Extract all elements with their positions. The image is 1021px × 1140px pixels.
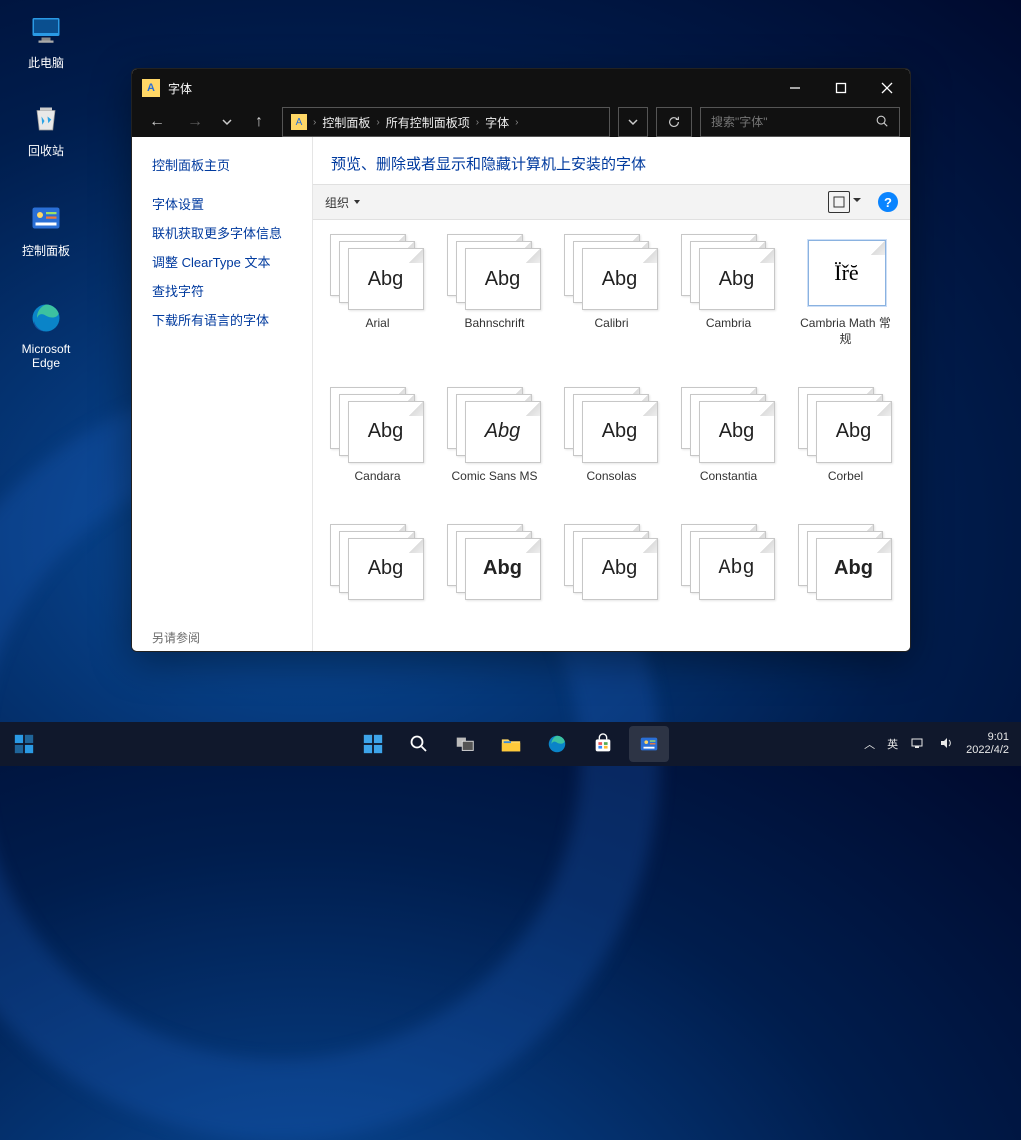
font-label: Corbel bbox=[828, 469, 863, 485]
font-label: Calibri bbox=[594, 316, 628, 332]
clock-date: 2022/4/2 bbox=[966, 744, 1009, 757]
font-label: Consolas bbox=[586, 469, 636, 485]
font-label: Constantia bbox=[700, 469, 757, 485]
control-panel-icon bbox=[26, 198, 66, 238]
main-panel: 预览、删除或者显示和隐藏计算机上安装的字体 组织 ? AbgArialAbgBa… bbox=[312, 137, 910, 652]
font-item[interactable]: AbgCandara bbox=[321, 387, 434, 516]
breadcrumb-leaf[interactable]: 字体 bbox=[485, 114, 509, 131]
font-item[interactable]: Abg bbox=[672, 524, 785, 637]
widgets-button[interactable] bbox=[4, 726, 44, 762]
clock[interactable]: 9:01 2022/4/2 bbox=[966, 731, 1009, 757]
desktop-icon-label: Microsoft Edge bbox=[8, 342, 84, 370]
search-icon[interactable] bbox=[875, 114, 889, 131]
search-input[interactable] bbox=[711, 115, 875, 129]
see-also-heading: 另请参阅 bbox=[152, 629, 312, 646]
font-item[interactable]: AbgCorbel bbox=[789, 387, 902, 516]
font-item[interactable]: AbgCambria bbox=[672, 234, 785, 379]
edge-icon bbox=[26, 298, 66, 338]
system-tray: ︿ 英 9:01 2022/4/2 bbox=[864, 731, 1021, 757]
desktop-icon-recycle-bin[interactable]: 回收站 bbox=[8, 98, 84, 159]
fonts-window: A 字体 ← → ↑ A › 控制面板 › 所有控制面板项 › 字体 › bbox=[131, 68, 911, 652]
desktop-icon-label: 此电脑 bbox=[28, 54, 64, 71]
font-label: Arial bbox=[365, 316, 389, 332]
breadcrumb-mid[interactable]: 所有控制面板项 bbox=[386, 114, 470, 131]
address-dropdown[interactable] bbox=[618, 107, 648, 137]
chevron-right-icon: › bbox=[376, 117, 379, 128]
font-label: Cambria Math 常规 bbox=[796, 316, 896, 347]
desktop-icon-label: 回收站 bbox=[28, 142, 64, 159]
organize-button[interactable]: 组织 bbox=[325, 194, 361, 211]
up-button[interactable]: ↑ bbox=[244, 107, 274, 137]
taskbar-explorer[interactable] bbox=[491, 726, 531, 762]
font-item[interactable]: ÏřĕCambria Math 常规 bbox=[789, 234, 902, 379]
recycle-bin-icon bbox=[26, 98, 66, 138]
recent-dropdown[interactable] bbox=[218, 107, 236, 137]
taskbar-control-panel[interactable] bbox=[629, 726, 669, 762]
font-item[interactable]: Abg bbox=[555, 524, 668, 637]
volume-icon[interactable] bbox=[938, 735, 954, 754]
close-button[interactable] bbox=[864, 69, 910, 107]
sidebar-link-get-more-fonts[interactable]: 联机获取更多字体信息 bbox=[152, 223, 312, 242]
font-item[interactable]: AbgConsolas bbox=[555, 387, 668, 516]
font-item[interactable]: Abg bbox=[321, 524, 434, 637]
desktop-icon-control-panel[interactable]: 控制面板 bbox=[8, 198, 84, 259]
desktop-icon-edge[interactable]: Microsoft Edge bbox=[8, 298, 84, 370]
back-button[interactable]: ← bbox=[142, 107, 172, 137]
ime-indicator[interactable]: 英 bbox=[887, 736, 898, 752]
sidebar-link-cleartype[interactable]: 调整 ClearType 文本 bbox=[152, 252, 312, 271]
page-heading: 预览、删除或者显示和隐藏计算机上安装的字体 bbox=[313, 137, 910, 184]
address-folder-icon: A bbox=[291, 114, 307, 130]
pc-icon bbox=[26, 10, 66, 50]
sidebar-link-download-langs[interactable]: 下载所有语言的字体 bbox=[152, 310, 312, 329]
content-toolbar: 组织 ? bbox=[313, 184, 910, 220]
chevron-right-icon: › bbox=[313, 117, 316, 128]
minimize-button[interactable] bbox=[772, 69, 818, 107]
refresh-button[interactable] bbox=[656, 107, 692, 137]
task-view-button[interactable] bbox=[445, 726, 485, 762]
font-item[interactable]: AbgArial bbox=[321, 234, 434, 379]
window-title: 字体 bbox=[168, 80, 772, 97]
taskbar-edge[interactable] bbox=[537, 726, 577, 762]
titlebar: A 字体 bbox=[132, 69, 910, 107]
font-item[interactable]: Abg bbox=[789, 524, 902, 637]
font-item[interactable]: AbgComic Sans MS bbox=[438, 387, 551, 516]
help-button[interactable]: ? bbox=[878, 192, 898, 212]
chevron-right-icon: › bbox=[476, 117, 479, 128]
font-item[interactable]: AbgConstantia bbox=[672, 387, 785, 516]
font-label: Bahnschrift bbox=[464, 316, 524, 332]
search-box[interactable] bbox=[700, 107, 900, 137]
desktop-icon-this-pc[interactable]: 此电脑 bbox=[8, 10, 84, 71]
taskbar-search[interactable] bbox=[399, 726, 439, 762]
font-item[interactable]: AbgCalibri bbox=[555, 234, 668, 379]
status-bar: A 82 个项目 bbox=[313, 651, 910, 652]
sidebar-home-link[interactable]: 控制面板主页 bbox=[152, 155, 312, 174]
taskbar: ︿ 英 9:01 2022/4/2 bbox=[0, 722, 1021, 766]
font-grid[interactable]: AbgArialAbgBahnschriftAbgCalibriAbgCambr… bbox=[313, 220, 910, 651]
breadcrumb-root[interactable]: 控制面板 bbox=[322, 114, 370, 131]
font-label: Comic Sans MS bbox=[451, 469, 537, 485]
font-item[interactable]: Abg bbox=[438, 524, 551, 637]
sidebar-link-font-settings[interactable]: 字体设置 bbox=[152, 194, 312, 213]
font-label: Cambria bbox=[706, 316, 751, 332]
forward-button[interactable]: → bbox=[180, 107, 210, 137]
clock-time: 9:01 bbox=[966, 731, 1009, 744]
start-button[interactable] bbox=[353, 726, 393, 762]
font-label: Candara bbox=[354, 469, 400, 485]
font-item[interactable]: AbgBahnschrift bbox=[438, 234, 551, 379]
fonts-folder-icon: A bbox=[142, 79, 160, 97]
desktop-icon-label: 控制面板 bbox=[22, 242, 70, 259]
sidebar: 控制面板主页 字体设置 联机获取更多字体信息 调整 ClearType 文本 查… bbox=[132, 137, 312, 652]
address-bar[interactable]: A › 控制面板 › 所有控制面板项 › 字体 › bbox=[282, 107, 610, 137]
chevron-right-icon: › bbox=[515, 117, 518, 128]
tray-chevron-icon[interactable]: ︿ bbox=[864, 736, 875, 752]
sidebar-link-find-char[interactable]: 查找字符 bbox=[152, 281, 312, 300]
taskbar-store[interactable] bbox=[583, 726, 623, 762]
maximize-button[interactable] bbox=[818, 69, 864, 107]
network-icon[interactable] bbox=[910, 735, 926, 754]
view-options-button[interactable] bbox=[828, 191, 850, 213]
navbar: ← → ↑ A › 控制面板 › 所有控制面板项 › 字体 › bbox=[132, 107, 910, 137]
